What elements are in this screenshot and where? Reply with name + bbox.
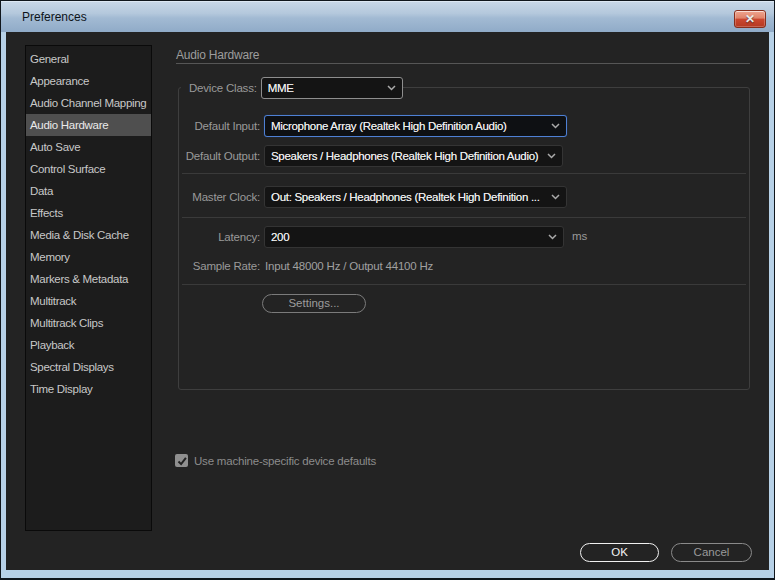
close-button[interactable]: ✕ [734,10,766,28]
master-clock-label: Master Clock: [66,186,260,208]
default-output-label: Default Output: [66,145,260,167]
machine-defaults-label: Use machine-specific device defaults [194,455,376,467]
title-divider [176,63,750,64]
latency-unit: ms [572,230,587,242]
sample-rate-label: Sample Rate: [66,255,260,277]
chevron-down-icon [547,153,556,159]
settings-button[interactable]: Settings... [262,294,366,313]
sidebar-item-playback[interactable]: Playback [26,334,151,356]
separator [182,284,746,285]
separator [182,173,746,174]
device-class-row: Device Class: MME [181,77,403,99]
device-class-label: Device Class: [189,77,261,99]
separator [182,217,746,218]
sidebar-item-audio-channel-mapping[interactable]: Audio Channel Mapping [26,92,151,114]
machine-defaults-row: Use machine-specific device defaults [175,454,376,467]
chevron-down-icon [548,234,557,240]
default-input-label: Default Input: [66,115,260,137]
sidebar-item-appearance[interactable]: Appearance [26,70,151,92]
sidebar-item-multitrack-clips[interactable]: Multitrack Clips [26,312,151,334]
dialog-content: GeneralAppearanceAudio Channel Mapping Au… [6,32,769,570]
chevron-down-icon [551,194,560,200]
page-title: Audio Hardware [176,48,259,62]
latency-label: Latency: [66,226,260,248]
ok-button[interactable]: OK [580,543,659,562]
default-output-dropdown[interactable]: Speakers / Headphones (Realtek High Defi… [264,145,563,167]
sample-rate-value: Input 48000 Hz / Output 44100 Hz [265,255,433,277]
sidebar-item-spectral-displays[interactable]: Spectral Displays [26,356,151,378]
master-clock-dropdown[interactable]: Out: Speakers / Headphones (Realtek High… [264,186,567,208]
cancel-button[interactable]: Cancel [671,543,752,562]
titlebar[interactable]: Preferences [1,1,774,32]
checkbox-checked-icon[interactable] [175,454,188,467]
device-class-dropdown[interactable]: MME [261,77,403,99]
sidebar-item-time-display[interactable]: Time Display [26,378,151,400]
chevron-down-icon [387,85,396,91]
latency-dropdown[interactable]: 200 [264,226,564,248]
sidebar-item-multitrack[interactable]: Multitrack [26,290,151,312]
window-title: Preferences [22,1,87,32]
default-input-dropdown[interactable]: Microphone Array (Realtek High Definitio… [264,115,567,137]
sidebar-item-general[interactable]: General [26,48,151,70]
chevron-down-icon [551,123,560,129]
